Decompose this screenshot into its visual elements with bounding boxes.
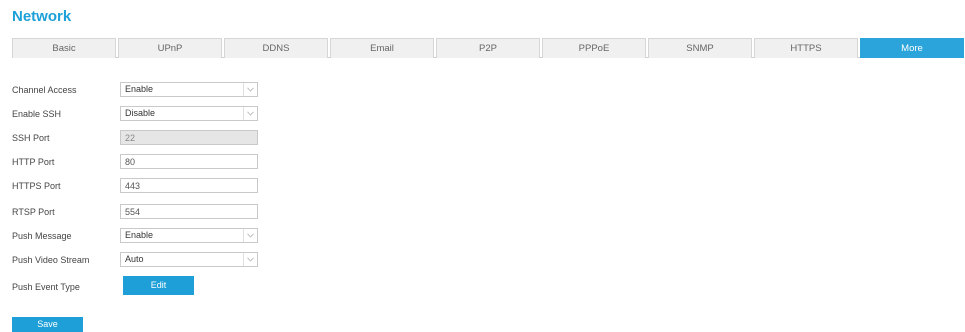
- https-port-input[interactable]: [120, 178, 258, 193]
- edit-push-event-button[interactable]: Edit: [123, 276, 194, 295]
- row-channel-access: Channel Access Enable: [12, 82, 412, 98]
- push-video-stream-label: Push Video Stream: [12, 255, 90, 265]
- chevron-down-icon: [243, 83, 257, 96]
- chevron-down-icon: [243, 107, 257, 120]
- tab-pppoe[interactable]: PPPoE: [542, 38, 646, 58]
- ssh-port-label: SSH Port: [12, 133, 50, 143]
- enable-ssh-value: Disable: [125, 108, 156, 118]
- push-video-stream-select[interactable]: Auto: [120, 252, 258, 267]
- chevron-down-icon: [243, 229, 257, 242]
- page-title: Network: [12, 8, 72, 25]
- row-push-event-type: Push Event Type: [12, 279, 412, 295]
- push-video-stream-value: Auto: [125, 254, 144, 264]
- row-enable-ssh: Enable SSH Disable: [12, 106, 412, 122]
- tab-basic[interactable]: Basic: [12, 38, 116, 58]
- tab-ddns[interactable]: DDNS: [224, 38, 328, 58]
- tab-more[interactable]: More: [860, 38, 964, 58]
- row-http-port: HTTP Port: [12, 154, 412, 170]
- save-button[interactable]: Save: [12, 317, 83, 332]
- tab-p2p[interactable]: P2P: [436, 38, 540, 58]
- tab-upnp[interactable]: UPnP: [118, 38, 222, 58]
- rtsp-port-input[interactable]: [120, 204, 258, 219]
- row-https-port: HTTPS Port: [12, 178, 412, 194]
- push-message-select[interactable]: Enable: [120, 228, 258, 243]
- row-push-video-stream: Push Video Stream Auto: [12, 252, 412, 268]
- tab-bar: Basic UPnP DDNS Email P2P PPPoE SNMP HTT…: [12, 38, 964, 58]
- push-message-value: Enable: [125, 230, 154, 240]
- row-rtsp-port: RTSP Port: [12, 204, 412, 220]
- row-ssh-port: SSH Port: [12, 130, 412, 146]
- https-port-label: HTTPS Port: [12, 181, 61, 191]
- row-push-message: Push Message Enable: [12, 228, 412, 244]
- channel-access-select[interactable]: Enable: [120, 82, 258, 97]
- push-message-label: Push Message: [12, 231, 72, 241]
- rtsp-port-label: RTSP Port: [12, 207, 55, 217]
- channel-access-value: Enable: [125, 84, 154, 94]
- tab-https[interactable]: HTTPS: [754, 38, 858, 58]
- push-event-type-label: Push Event Type: [12, 282, 80, 292]
- channel-access-label: Channel Access: [12, 85, 77, 95]
- tab-email[interactable]: Email: [330, 38, 434, 58]
- tab-snmp[interactable]: SNMP: [648, 38, 752, 58]
- enable-ssh-label: Enable SSH: [12, 109, 62, 119]
- http-port-input[interactable]: [120, 154, 258, 169]
- chevron-down-icon: [243, 253, 257, 266]
- enable-ssh-select[interactable]: Disable: [120, 106, 258, 121]
- ssh-port-input: [120, 130, 258, 145]
- http-port-label: HTTP Port: [12, 157, 55, 167]
